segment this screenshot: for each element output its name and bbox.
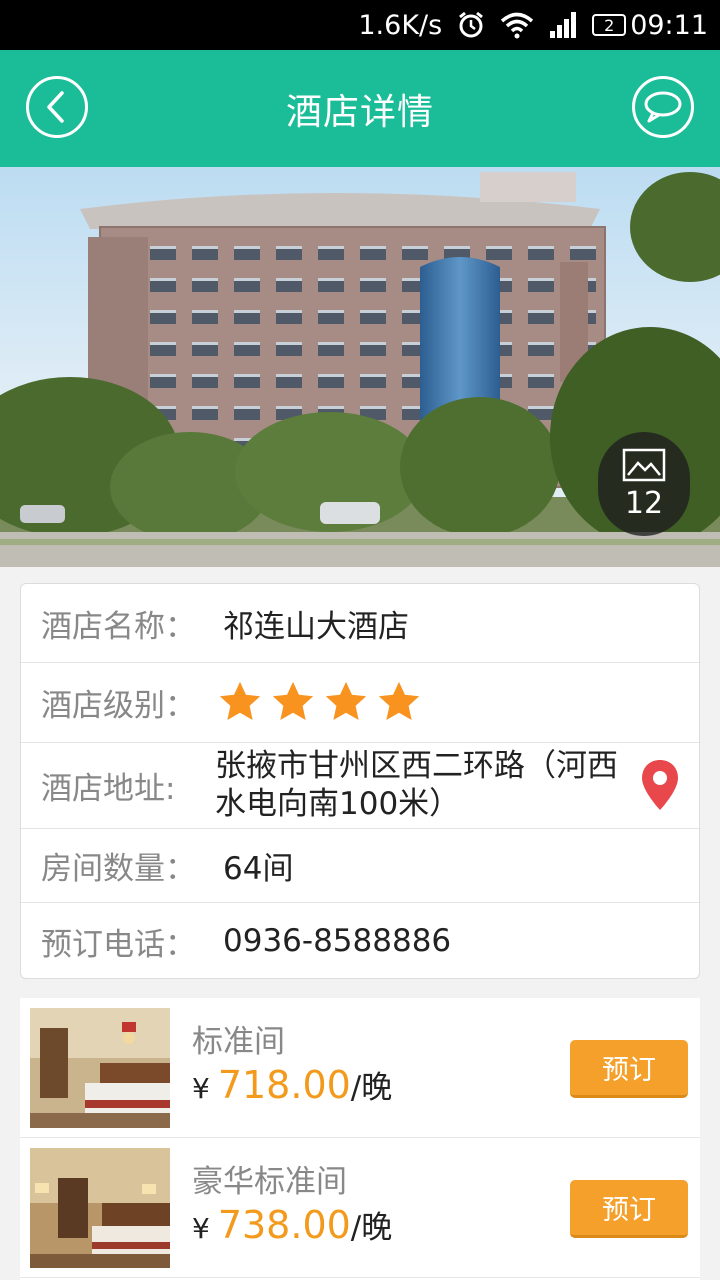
- star-icon: [219, 681, 261, 721]
- hotel-phone-row[interactable]: 预订电话： 0936-8588886: [21, 902, 699, 980]
- room-list: 标准间 ¥ 718.00 /晚 预订 豪华标准间 ¥ 738.00 /晚 预订: [20, 998, 700, 1280]
- hotel-photo[interactable]: 12: [0, 167, 720, 567]
- price-unit: /晚: [350, 1070, 393, 1106]
- room-price: ¥ 718.00 /晚: [192, 1062, 392, 1107]
- price-amount: 738.00: [217, 1203, 351, 1247]
- book-button[interactable]: 预订: [570, 1040, 688, 1098]
- currency-symbol: ¥: [192, 1212, 210, 1245]
- room-name: 豪华标准间: [192, 1164, 347, 1200]
- hotel-address-value: 张掖市甘州区西二环路（河西水电向南100米）: [215, 748, 618, 822]
- room-item[interactable]: 标准间 ¥ 718.00 /晚 预订: [20, 998, 700, 1138]
- signal-icon: [548, 11, 578, 39]
- currency-symbol: ¥: [192, 1072, 210, 1105]
- photo-gallery-button[interactable]: 12: [598, 432, 690, 536]
- room-item[interactable]: 豪华标准间 ¥ 738.00 /晚 预订: [20, 1138, 700, 1278]
- chevron-left-icon: [47, 91, 64, 123]
- star-icon: [272, 681, 314, 721]
- hotel-level-label: 酒店级别：: [41, 687, 196, 724]
- clock: 09:11: [630, 9, 708, 41]
- room-name: 标准间: [192, 1024, 285, 1060]
- hotel-name-value: 祁连山大酒店: [223, 608, 409, 645]
- app-header: 酒店详情: [0, 50, 720, 167]
- booking-phone-value[interactable]: 0936-8588886: [223, 923, 451, 959]
- booking-phone-label: 预订电话：: [41, 926, 196, 963]
- map-pin-icon[interactable]: [639, 758, 681, 812]
- status-bar: 1.6K/s 2 09:11: [0, 0, 720, 50]
- hotel-level-row: 酒店级别：: [21, 662, 699, 743]
- room-thumbnail[interactable]: [30, 1148, 170, 1268]
- network-speed: 1.6K/s: [358, 9, 443, 41]
- hotel-address-label: 酒店地址:: [41, 770, 176, 807]
- star-icon: [325, 681, 367, 721]
- sim-badge: 2: [592, 14, 627, 36]
- room-thumbnail[interactable]: [30, 1008, 170, 1128]
- hotel-info-card: 酒店名称： 祁连山大酒店 酒店级别： 酒店地址: 张掖市甘州区西二环路（河西水电…: [20, 583, 700, 979]
- price-unit: /晚: [350, 1210, 393, 1246]
- page-title: 酒店详情: [285, 91, 434, 133]
- hotel-name-row: 酒店名称： 祁连山大酒店: [21, 584, 699, 663]
- hotel-name-label: 酒店名称：: [41, 608, 196, 645]
- hotel-address-row[interactable]: 酒店地址: 张掖市甘州区西二环路（河西水电向南100米）: [21, 742, 699, 829]
- chat-button[interactable]: [632, 76, 694, 138]
- chat-bubble-icon: [644, 91, 682, 123]
- star-icon: [378, 681, 420, 721]
- book-button[interactable]: 预订: [570, 1180, 688, 1238]
- hotel-star-rating: [217, 679, 429, 725]
- photo-count: 12: [624, 485, 664, 521]
- price-amount: 718.00: [217, 1063, 351, 1107]
- room-count-value: 64间: [223, 850, 294, 887]
- back-button[interactable]: [26, 76, 88, 138]
- room-price: ¥ 738.00 /晚: [192, 1202, 392, 1247]
- image-icon: [622, 448, 666, 481]
- hotel-rooms-row: 房间数量： 64间: [21, 828, 699, 903]
- wifi-icon: [500, 11, 534, 39]
- room-count-label: 房间数量：: [41, 850, 196, 887]
- alarm-icon: [456, 10, 486, 40]
